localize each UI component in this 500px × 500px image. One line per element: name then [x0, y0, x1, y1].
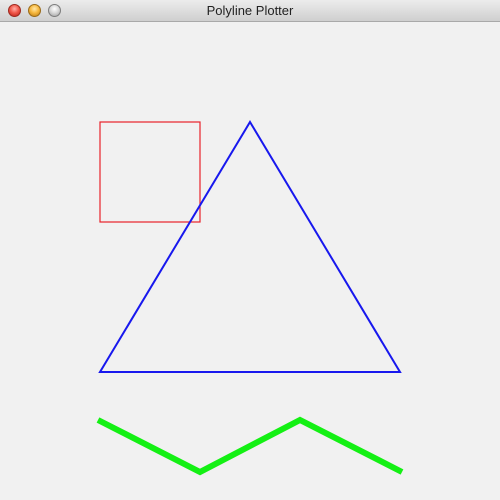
polyline-plotter-window: Polyline Plotter — [0, 0, 500, 500]
green-zigzag-polyline — [96, 416, 404, 476]
plot-svg — [96, 120, 404, 476]
blue-triangle — [98, 120, 402, 373]
red-rectangle — [99, 121, 201, 223]
window-title: Polyline Plotter — [206, 3, 294, 18]
plot-canvas — [0, 22, 500, 500]
window-titlebar[interactable]: Polyline Plotter — [0, 0, 500, 22]
